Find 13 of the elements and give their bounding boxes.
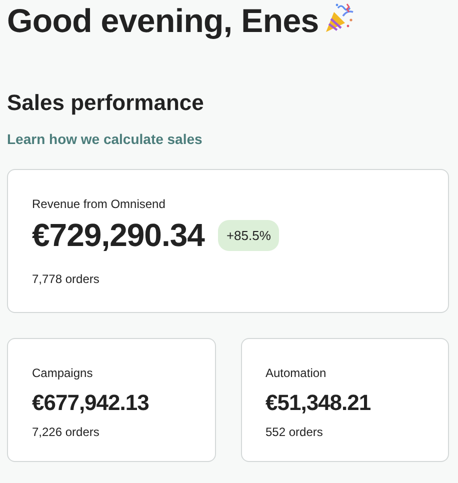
revenue-amount: €729,290.34 — [32, 217, 204, 254]
channel-amount: €51,348.21 — [266, 390, 372, 416]
learn-link[interactable]: Learn how we calculate sales — [7, 131, 202, 147]
change-badge: +85.5% — [218, 220, 279, 251]
orders-count: 7,778 orders — [32, 272, 100, 286]
card-label: Campaigns — [32, 366, 94, 380]
channel-amount: €677,942.13 — [32, 390, 150, 416]
card-label: Revenue from Omnisend — [32, 197, 166, 211]
section-title: Sales performance — [7, 90, 205, 116]
greeting-title: Good evening, Enes — [7, 2, 319, 40]
orders-count: 7,226 orders — [32, 425, 100, 439]
card-label: Automation — [266, 366, 328, 380]
orders-count: 552 orders — [266, 425, 324, 439]
